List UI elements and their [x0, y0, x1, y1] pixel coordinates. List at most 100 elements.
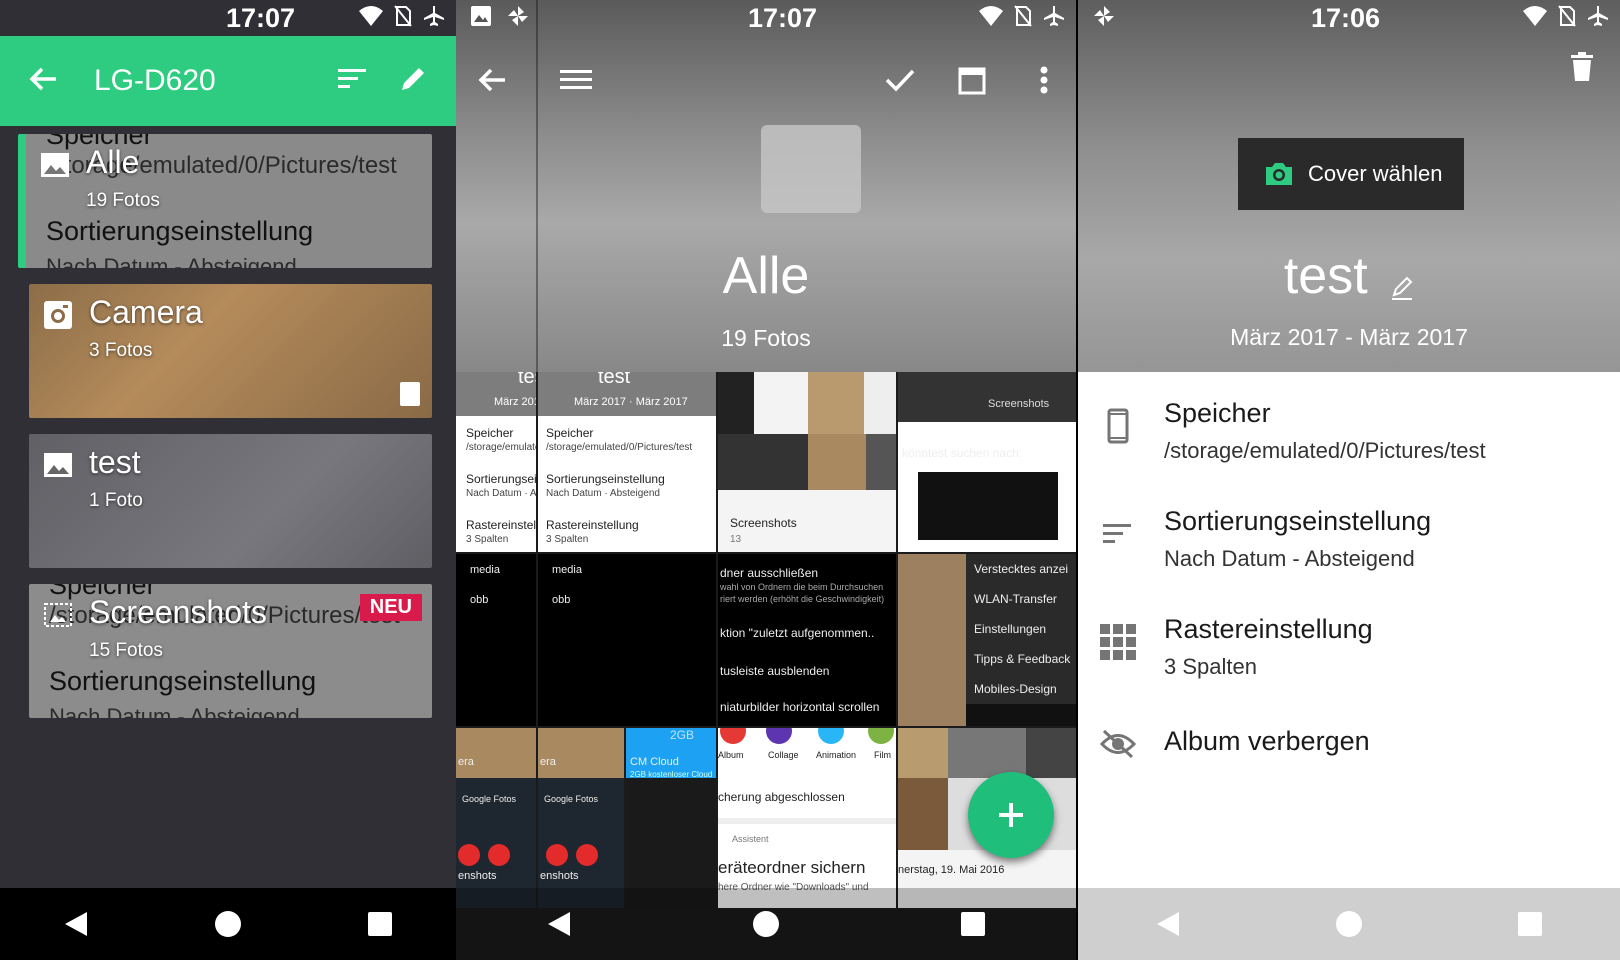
tile-text: enshots — [540, 870, 579, 882]
album-card-alle[interactable]: Speicher /storage/emulated/0/Pictures/te… — [18, 134, 432, 268]
choose-cover-button[interactable]: Cover wählen — [1238, 138, 1464, 210]
album-card-test[interactable]: test 1 Foto — [29, 434, 432, 568]
tile-text: Verstecktes anzei — [974, 562, 1069, 576]
photo-tile[interactable]: Verstecktes anzei WLAN-Transfer Einstell… — [898, 554, 1076, 726]
album-name: Alle — [86, 144, 140, 180]
photo-tile[interactable]: Screenshots könntest suchen nach: — [898, 372, 1076, 552]
setting-storage[interactable]: Speicher /storage/emulated/0/Pictures/te… — [1078, 378, 1620, 478]
tile-text: Nach Datum · Absteigend — [466, 488, 536, 499]
edit-pencil-icon[interactable] — [1390, 254, 1414, 314]
album-header: Cover wählen test März 2017 - März 2017 — [1078, 0, 1620, 372]
photo-tile[interactable]: era Google Fotos enshots — [538, 728, 624, 908]
tile-text: era — [540, 756, 556, 768]
tile-text: Speicher — [466, 426, 514, 440]
photo-tile[interactable]: era Google Fotos enshots — [456, 728, 536, 908]
setting-title: Sortierungseinstellung — [1164, 506, 1432, 536]
sd-card-icon — [400, 382, 420, 406]
check-icon[interactable] — [878, 58, 922, 102]
tile-text: Screenshots — [988, 398, 1050, 410]
photo-tile[interactable]: 2GB CM Cloud 2GB kostenloser Cloud — [626, 728, 716, 908]
add-fab-button[interactable] — [968, 772, 1054, 858]
nav-recents-icon[interactable] — [943, 894, 1003, 954]
camera-icon — [43, 300, 73, 330]
airplane-icon — [1044, 6, 1064, 26]
tile-text: Mobiles-Design — [974, 682, 1057, 696]
no-sim-icon — [394, 5, 412, 27]
tile-text: enshots — [458, 870, 497, 882]
menu-icon[interactable] — [554, 58, 598, 102]
status-left-icons — [1092, 4, 1116, 28]
photo-tile[interactable]: media obb — [538, 554, 716, 726]
nav-recents-icon[interactable] — [1500, 894, 1560, 954]
album-name: Camera — [89, 294, 203, 330]
tile-text: Collage — [768, 750, 799, 760]
back-arrow-icon[interactable] — [470, 58, 514, 102]
nav-back-icon[interactable] — [1138, 894, 1198, 954]
tile-text: wahl von Ordnern die beim Durchsuchen — [720, 582, 884, 592]
back-arrow-icon[interactable] — [28, 64, 58, 99]
photo-tile[interactable]: Album Collage Animation Film cherung abg… — [718, 728, 896, 908]
status-icons — [1522, 4, 1610, 28]
album-card-screenshots[interactable]: Speicher /storage/emulated/0/Pictures/te… — [29, 584, 432, 718]
new-badge: NEU — [359, 594, 422, 621]
nav-home-icon[interactable] — [736, 894, 796, 954]
nav-back-icon[interactable] — [46, 894, 106, 954]
photo-tile[interactable]: test März 2017 · März 2017 Speicher /sto… — [456, 372, 536, 552]
phone-icon — [1100, 408, 1136, 444]
screenshot-album-detail: Alle 19 Fotos 17:07 te März 20 Speicher … — [456, 0, 1076, 960]
tile-text: test — [518, 372, 536, 388]
ghost-sort-label: Sortierungseinstellung — [46, 216, 314, 246]
tile-text: Album — [718, 750, 744, 760]
album-count: 15 Fotos — [89, 640, 163, 661]
album-count: 19 Fotos — [86, 190, 160, 211]
sort-icon[interactable] — [338, 66, 368, 97]
tile-text: obb — [470, 594, 489, 606]
trash-icon[interactable] — [1570, 52, 1594, 87]
no-sim-icon — [1558, 5, 1576, 27]
tile-text: riert werden (erhöht die Geschwindigkeit… — [720, 594, 885, 604]
tile-text: test — [598, 372, 631, 388]
setting-hide-album[interactable]: Album verbergen — [1078, 702, 1620, 802]
tile-text: /storage/emulated/0/Pictures/test — [466, 442, 536, 453]
eye-off-icon — [1100, 726, 1136, 762]
tile-text: 2GB kostenloser Cloud — [630, 770, 713, 779]
airplane-icon — [424, 6, 444, 26]
tile-text: Sortierungseinstellung — [466, 472, 536, 486]
tile-text: tusleiste ausblenden — [720, 664, 830, 678]
system-nav-bar — [1078, 888, 1620, 960]
wifi-icon — [359, 6, 383, 26]
photo-tile[interactable]: dner ausschließen wahl von Ordnern die b… — [718, 554, 896, 726]
setting-grid[interactable]: Rastereinstellung 3 Spalten — [1078, 594, 1620, 694]
tile-text: Film — [874, 750, 891, 760]
status-left-icons — [470, 4, 530, 28]
album-card-camera[interactable]: Camera 3 Fotos — [29, 284, 432, 418]
pinwheel-icon — [508, 6, 528, 26]
album-toolbar — [456, 50, 1076, 110]
nav-recents-icon[interactable] — [350, 894, 410, 954]
tile-text: media — [470, 564, 500, 576]
setting-title: Rastereinstellung — [1164, 614, 1373, 644]
setting-sort[interactable]: Sortierungseinstellung Nach Datum - Abst… — [1078, 486, 1620, 586]
photo-tile[interactable]: media obb — [456, 554, 536, 726]
album-count: 19 Fotos — [721, 325, 811, 351]
setting-value: 3 Spalten — [1164, 654, 1257, 679]
setting-title: Album verbergen — [1164, 726, 1370, 756]
album-count: 3 Fotos — [89, 340, 153, 361]
setting-title: Speicher — [1164, 398, 1271, 428]
calendar-icon[interactable] — [950, 58, 994, 102]
choose-cover-label: Cover wählen — [1308, 161, 1443, 186]
photo-tile[interactable]: Screenshots 13 — [718, 372, 896, 552]
album-name: Screenshots — [89, 594, 267, 630]
tile-text: Screenshots — [730, 516, 797, 530]
photo-tile[interactable]: test März 2017 · März 2017 Speicher /sto… — [538, 372, 716, 552]
tile-text: CM Cloud — [630, 756, 679, 768]
nav-back-icon[interactable] — [529, 894, 589, 954]
edit-pencil-icon[interactable] — [398, 64, 428, 99]
airplane-icon — [1588, 6, 1608, 26]
tile-text: Google Fotos — [544, 794, 599, 804]
nav-home-icon[interactable] — [1319, 894, 1379, 954]
nav-home-icon[interactable] — [198, 894, 258, 954]
more-vert-icon[interactable] — [1022, 58, 1066, 102]
grid-icon — [1100, 624, 1136, 660]
ghost-sort-value: Nach Datum - Absteigend — [46, 254, 297, 268]
